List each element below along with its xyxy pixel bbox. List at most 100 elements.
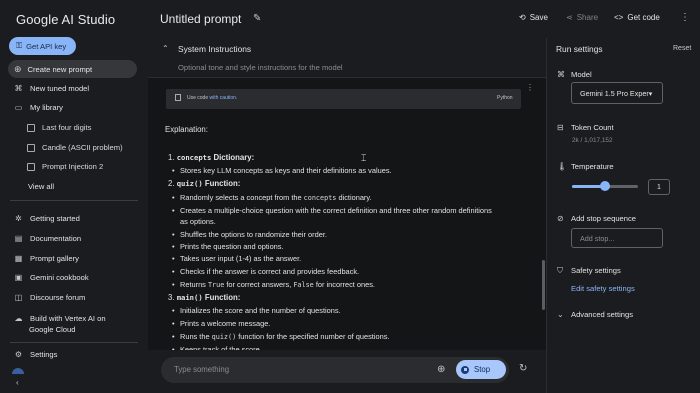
prompt-input-placeholder[interactable]: Type something xyxy=(174,365,229,374)
divider xyxy=(10,342,138,343)
section-code: concepts xyxy=(176,153,212,162)
system-instructions-title[interactable]: System Instructions xyxy=(178,44,251,54)
sidebar-item-new-tuned-model[interactable]: ⌘ New tuned model xyxy=(14,84,90,93)
code-icon: <> xyxy=(614,13,624,22)
share-button[interactable]: ⋖ Share xyxy=(566,13,598,22)
sidebar-item-label: Documentation xyxy=(30,234,82,243)
mouse-cursor-icon: ⌶ xyxy=(361,153,367,163)
token-icon: ⊟ xyxy=(557,123,564,132)
sidebar-item-vertex-ai[interactable]: ☁ Build with Vertex AI on xyxy=(14,314,106,323)
sidebar-item-vertex-ai-line2[interactable]: Google Cloud xyxy=(29,325,75,334)
library-item[interactable]: Last four digits xyxy=(27,123,91,132)
model-label: Model xyxy=(571,70,592,79)
code-caution-label: Use code with caution. xyxy=(187,95,237,101)
sidebar-item-label: Prompt gallery xyxy=(30,254,79,263)
list-item: Creates a multiple-choice question with … xyxy=(172,206,492,215)
copy-icon[interactable] xyxy=(175,94,181,101)
library-item[interactable]: Candle (ASCII problem) xyxy=(27,143,123,152)
key-icon: ⚿ xyxy=(16,41,23,50)
reset-button[interactable]: Reset xyxy=(673,45,691,52)
share-icon: ⋖ xyxy=(566,13,573,22)
section-heading: 1. concepts Dictionary: xyxy=(168,153,254,162)
sidebar-item-gemini-cookbook[interactable]: ▣ Gemini cookbook xyxy=(14,273,89,282)
sidebar-item-documentation[interactable]: ▤ Documentation xyxy=(14,234,81,243)
cloud-icon: ☁ xyxy=(14,314,23,323)
inline-code: False xyxy=(293,281,314,289)
list-item-text: for correct answers, xyxy=(224,280,294,289)
more-options-icon[interactable]: ⋮ xyxy=(680,12,690,23)
edit-icon[interactable]: ✎ xyxy=(253,13,261,24)
temperature-label: Temperature xyxy=(571,162,614,171)
list-item: Checks if the answer is correct and prov… xyxy=(172,267,359,276)
list-item-continuation: as options. xyxy=(180,217,216,226)
list-item: Prints a welcome message. xyxy=(172,319,270,328)
inline-code: quiz() xyxy=(211,333,237,341)
view-all-link[interactable]: View all xyxy=(28,182,54,191)
tune-icon: ⌘ xyxy=(14,84,23,93)
sidebar-item-getting-started[interactable]: ✲ Getting started xyxy=(14,214,80,223)
stop-sequence-icon: ⊘ xyxy=(557,214,564,223)
stop-sequence-input[interactable]: Add stop... xyxy=(571,228,663,248)
code-icon: ▣ xyxy=(14,273,23,282)
add-icon: ⊕ xyxy=(14,63,22,74)
scrollbar[interactable] xyxy=(542,260,545,310)
code-caution-prefix: Use code xyxy=(187,95,210,101)
chevron-down-icon[interactable]: ⌄ xyxy=(557,310,564,319)
save-icon: ⟲ xyxy=(519,13,526,22)
library-item-label: Prompt Injection 2 xyxy=(42,162,104,171)
sidebar-item-discourse-forum[interactable]: ◫ Discourse forum xyxy=(14,293,86,302)
section-number: 1. xyxy=(168,153,175,162)
sidebar-item-settings[interactable]: ⚙ Settings xyxy=(14,350,58,359)
model-select[interactable]: Gemini 1.5 Pro Exper▾ xyxy=(571,82,663,104)
caution-link[interactable]: with caution. xyxy=(210,95,238,101)
library-item[interactable]: Prompt Injection 2 xyxy=(27,162,103,171)
section-heading: 3. main() Function: xyxy=(168,293,240,302)
collapse-sidebar-icon[interactable]: ‹ xyxy=(16,378,19,387)
list-item: Takes user input (1-4) as the answer. xyxy=(172,254,301,263)
list-item: Prints the question and options. xyxy=(172,242,284,251)
library-item-label: Last four digits xyxy=(42,123,92,132)
refresh-icon[interactable]: ↻ xyxy=(519,363,527,374)
get-code-button[interactable]: <> Get code xyxy=(614,13,660,22)
chevron-up-icon[interactable]: ⌃ xyxy=(162,44,169,53)
stop-icon xyxy=(461,365,469,374)
sidebar-item-label: New tuned model xyxy=(30,84,90,93)
inline-code: concepts xyxy=(303,194,337,202)
model-icon: ⌘ xyxy=(557,70,565,79)
section-title: Function: xyxy=(204,293,241,302)
brand-title: Google AI Studio xyxy=(16,12,116,27)
gallery-icon: ▦ xyxy=(14,254,23,263)
create-new-prompt-button[interactable]: ⊕ Create new prompt xyxy=(8,60,137,78)
sidebar-item-label: Build with Vertex AI on xyxy=(30,314,106,323)
list-item-text: dictionary. xyxy=(336,193,372,202)
get-api-key-button[interactable]: ⚿ Get API key xyxy=(9,37,76,55)
sidebar-item-label: Getting started xyxy=(30,214,80,223)
add-media-icon[interactable]: ⊕ xyxy=(437,364,445,375)
sidebar-item-my-library[interactable]: ▭ My library xyxy=(14,103,63,112)
book-icon: ▤ xyxy=(14,234,23,243)
save-label: Save xyxy=(529,13,548,22)
save-button[interactable]: ⟲ Save xyxy=(519,13,548,22)
sidebar-item-prompt-gallery[interactable]: ▦ Prompt gallery xyxy=(14,254,79,263)
list-item-text: Returns xyxy=(180,280,208,289)
divider xyxy=(10,200,138,201)
temperature-slider-thumb[interactable] xyxy=(600,181,610,191)
list-item: Returns True for correct answers, False … xyxy=(172,280,375,289)
page-title[interactable]: Untitled prompt xyxy=(160,12,241,26)
temperature-input[interactable]: 1 xyxy=(648,179,670,195)
edit-safety-settings-link[interactable]: Edit safety settings xyxy=(571,284,635,293)
thermometer-icon: 🌡︎ xyxy=(557,162,568,171)
sidebar-item-label: Discourse forum xyxy=(30,293,86,302)
section-number: 3. xyxy=(168,293,175,302)
system-instructions-input[interactable]: Optional tone and style instructions for… xyxy=(178,63,343,72)
stop-button[interactable]: Stop xyxy=(456,360,506,379)
chat-icon xyxy=(27,162,35,171)
advanced-settings-label[interactable]: Advanced settings xyxy=(571,310,633,319)
message-options-icon[interactable]: ⋮ xyxy=(526,83,534,92)
settings-icon: ⚙ xyxy=(14,350,23,359)
chat-icon xyxy=(27,123,35,132)
stop-sequence-label: Add stop sequence xyxy=(571,214,637,223)
avatar[interactable] xyxy=(12,368,24,374)
list-item: Runs the quiz() function for the specifi… xyxy=(172,332,389,341)
forum-icon: ◫ xyxy=(14,293,23,302)
